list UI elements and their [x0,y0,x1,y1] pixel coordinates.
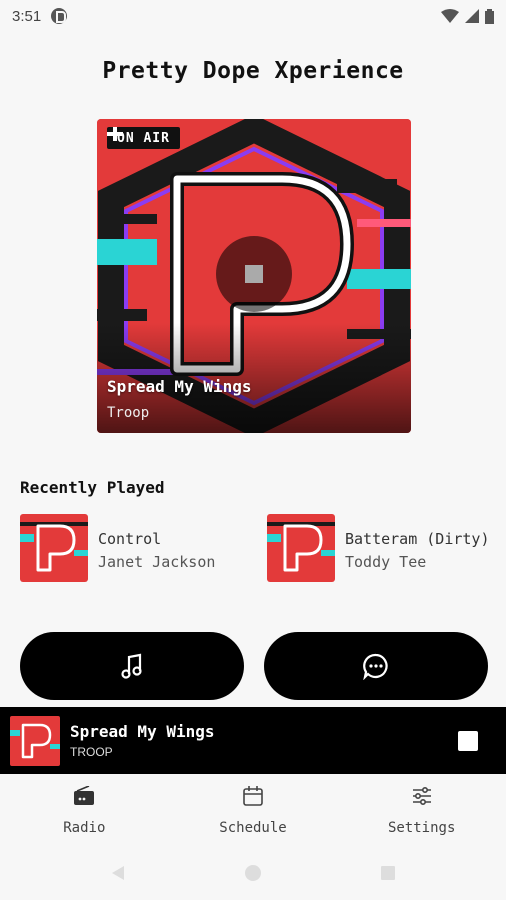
nav-label-radio: Radio [63,820,106,836]
recent-item-thumbnail [20,514,88,582]
now-playing-artist: Troop [107,405,150,421]
song-request-button[interactable] [20,632,244,700]
recent-item-artist: Janet Jackson [98,553,216,571]
recent-item[interactable]: Batteram (Dirty) Toddy Tee [267,514,490,584]
recent-item-thumbnail [267,514,335,582]
broadcast-icon [107,127,123,141]
page-title: Pretty Dope Xperience [102,58,404,84]
recent-item-artist: Toddy Tee [345,553,427,571]
mini-player-artwork [10,715,60,766]
stop-icon[interactable] [458,731,478,751]
now-playing-artwork[interactable]: ON AIR Spread My Wings Troop [97,119,411,433]
back-icon[interactable] [110,865,126,881]
radio-icon [74,786,95,805]
nav-label-settings: Settings [387,820,456,836]
mini-player[interactable]: Spread My Wings TROOP [0,707,506,774]
bottom-navigation: Radio Schedule Settings [0,774,506,846]
battery-icon [485,8,494,24]
recently-played-heading: Recently Played [20,478,165,497]
nav-item-settings[interactable]: Settings [337,774,506,846]
wifi-icon [441,9,459,23]
calendar-icon [243,786,263,806]
mini-player-artist: TROOP [70,745,113,759]
chat-button[interactable] [264,632,488,700]
nav-item-schedule[interactable]: Schedule [169,774,338,846]
nav-label-schedule: Schedule [219,820,287,836]
status-bar: 3:51 [0,0,506,32]
status-time: 3:51 [12,7,42,25]
system-navigation-bar [0,846,506,900]
status-icons [441,8,494,24]
recents-icon[interactable] [380,865,396,881]
on-air-label: ON AIR [117,130,170,146]
chat-bubble-icon [363,653,388,680]
on-air-badge: ON AIR [107,127,180,149]
recent-item[interactable]: Control Janet Jackson [20,514,215,584]
sliders-icon [412,786,431,806]
recent-item-title: Control [98,530,162,548]
mini-player-title: Spread My Wings [70,722,215,741]
nav-item-radio[interactable]: Radio [0,774,169,846]
app-notification-icon [51,8,68,24]
music-note-icon [121,653,142,679]
recent-item-title: Batteram (Dirty) [345,530,490,548]
signal-icon [465,9,479,23]
home-icon[interactable] [244,864,262,882]
now-playing-title: Spread My Wings [107,377,252,396]
